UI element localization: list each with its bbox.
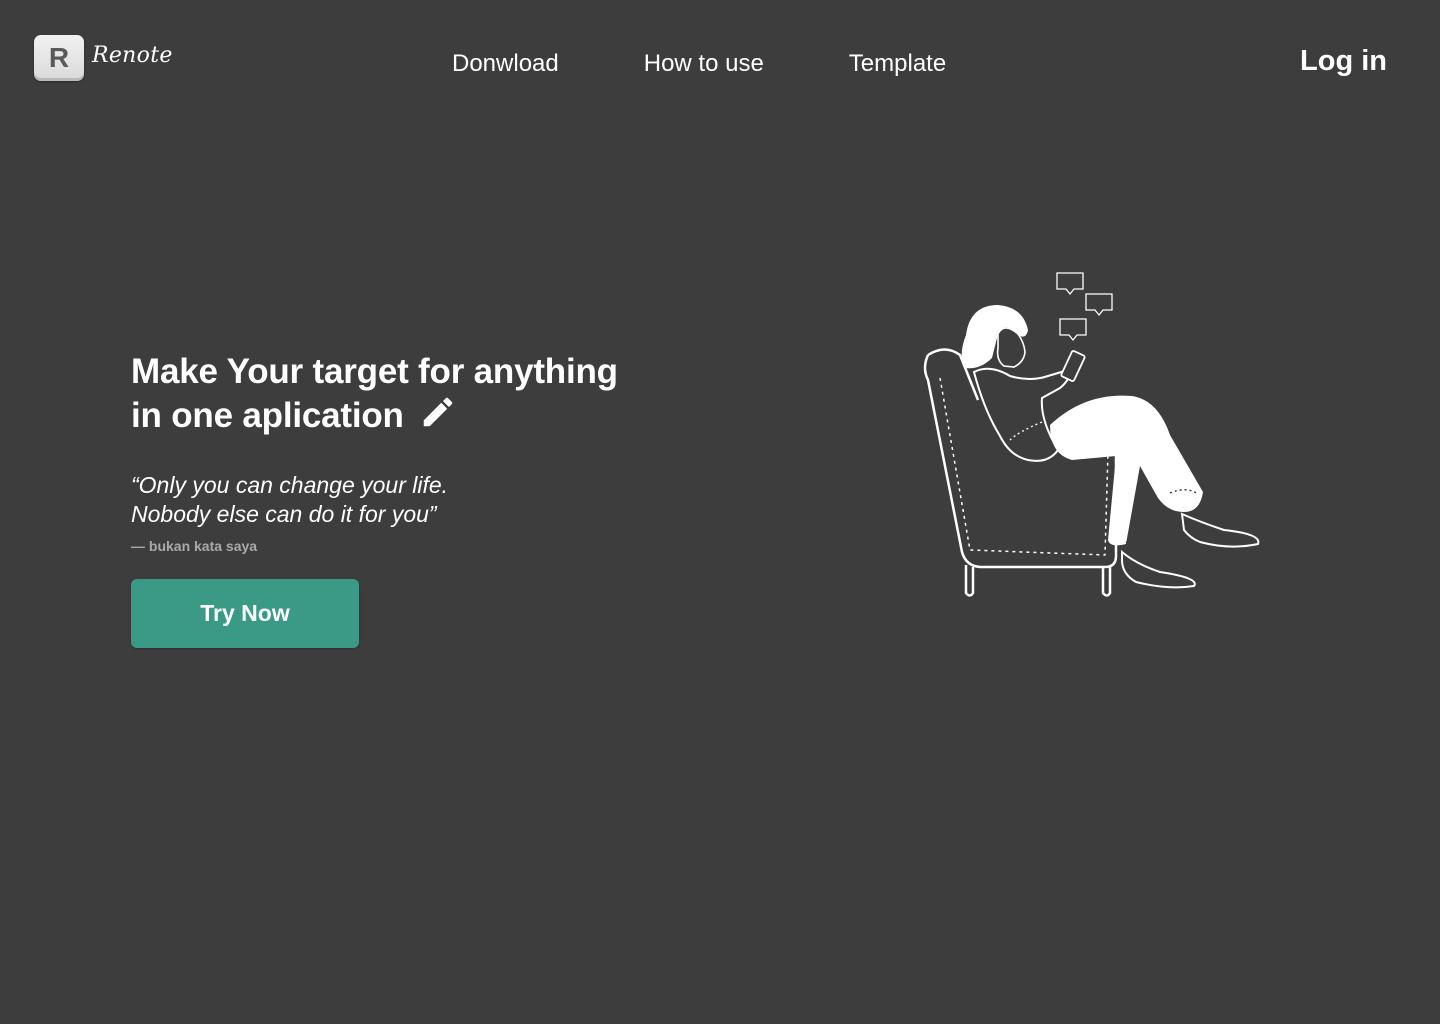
hero-headline-line1: Make Your target for anything [131, 352, 618, 391]
hero-headline: Make Your target for anything in one apl… [131, 351, 691, 441]
brand-name: Renote [92, 42, 173, 68]
logo-mark: R [34, 35, 84, 81]
nav-item-download[interactable]: Donwload [452, 50, 559, 78]
quote-line2: Nobody else can do it for you” [131, 501, 437, 527]
quote-attribution: — bukan kata saya [131, 538, 258, 554]
pencil-icon [419, 393, 457, 441]
brand-logo[interactable]: R Renote [34, 35, 173, 81]
quote-line1: “Only you can change your life. [131, 472, 449, 498]
woman-reading-phone-illustration [900, 260, 1270, 610]
login-link[interactable]: Log in [1300, 45, 1387, 78]
try-now-button[interactable]: Try Now [131, 579, 359, 648]
nav-item-how-to-use[interactable]: How to use [644, 50, 764, 78]
hero-section: Make Your target for anything in one apl… [131, 351, 691, 648]
woman-figure [961, 305, 1260, 589]
hero-quote: “Only you can change your life. Nobody e… [131, 471, 691, 529]
chat-bubble-icons [1056, 272, 1113, 342]
hero-headline-line2: in one aplication [131, 396, 404, 435]
main-nav: Donwload How to use Template [452, 50, 946, 78]
nav-item-template[interactable]: Template [849, 50, 946, 78]
